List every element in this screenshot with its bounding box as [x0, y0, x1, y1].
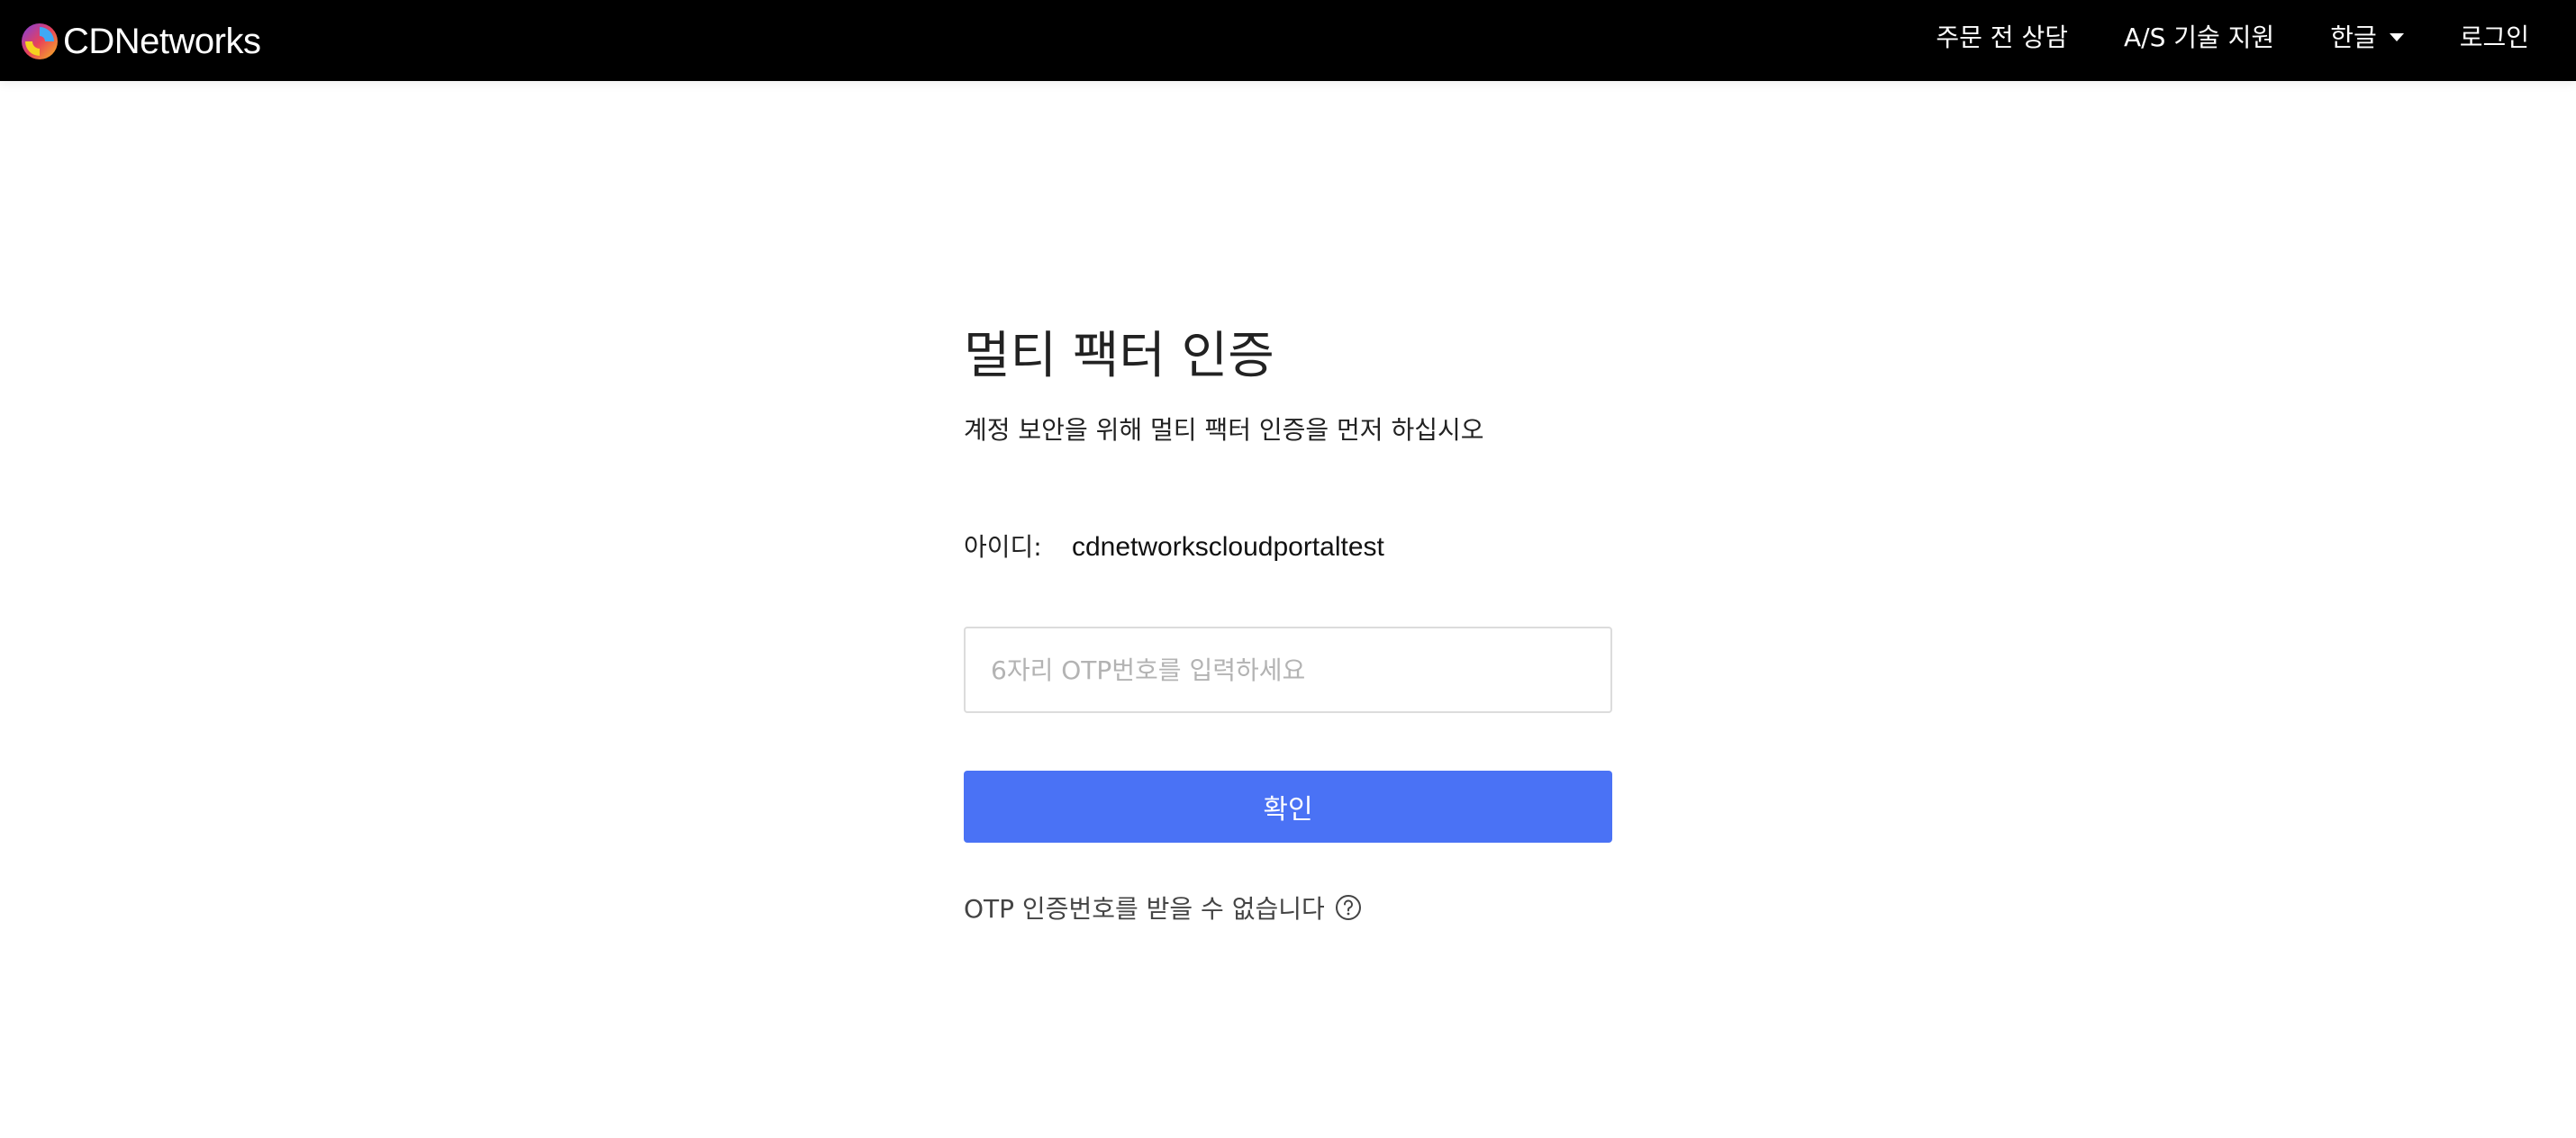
page-subtitle: 계정 보안을 위해 멀티 팩터 인증을 먼저 하십시오	[964, 415, 1484, 445]
question-circle-icon[interactable]	[1334, 893, 1363, 922]
account-id-value: cdnetworkscloudportaltest	[1072, 532, 1384, 562]
account-id-label: 아이디:	[964, 532, 1042, 562]
page-title: 멀티 팩터 인증	[964, 327, 1274, 385]
cdnetworks-logo-icon	[22, 23, 58, 59]
brand-logo[interactable]: CDNetworks	[20, 20, 261, 63]
mfa-panel: 멀티 팩터 인증 계정 보안을 위해 멀티 팩터 인증을 먼저 하십시오 아이디…	[964, 324, 1612, 926]
confirm-button[interactable]: 확인	[964, 771, 1612, 843]
nav-login[interactable]: 로그인	[2460, 18, 2529, 54]
caret-down-icon	[2389, 33, 2404, 41]
otp-input[interactable]	[964, 627, 1612, 713]
account-id-row: 아이디: cdnetworkscloudportaltest	[964, 529, 1612, 565]
otp-help-row: OTP 인증번호를 받을 수 없습니다	[964, 890, 1612, 926]
nav-presales[interactable]: 주문 전 상담	[1936, 18, 2068, 54]
top-nav: 주문 전 상담 A/S 기술 지원 한글 로그인	[1880, 0, 2529, 72]
brand-name: CDNetworks	[63, 21, 261, 61]
nav-support[interactable]: A/S 기술 지원	[2124, 18, 2274, 54]
otp-help-text[interactable]: OTP 인증번호를 받을 수 없습니다	[964, 890, 1325, 926]
language-dropdown[interactable]: 한글	[2330, 18, 2404, 54]
language-label: 한글	[2330, 23, 2377, 52]
top-navbar: CDNetworks 주문 전 상담 A/S 기술 지원 한글 로그인	[0, 0, 2576, 81]
